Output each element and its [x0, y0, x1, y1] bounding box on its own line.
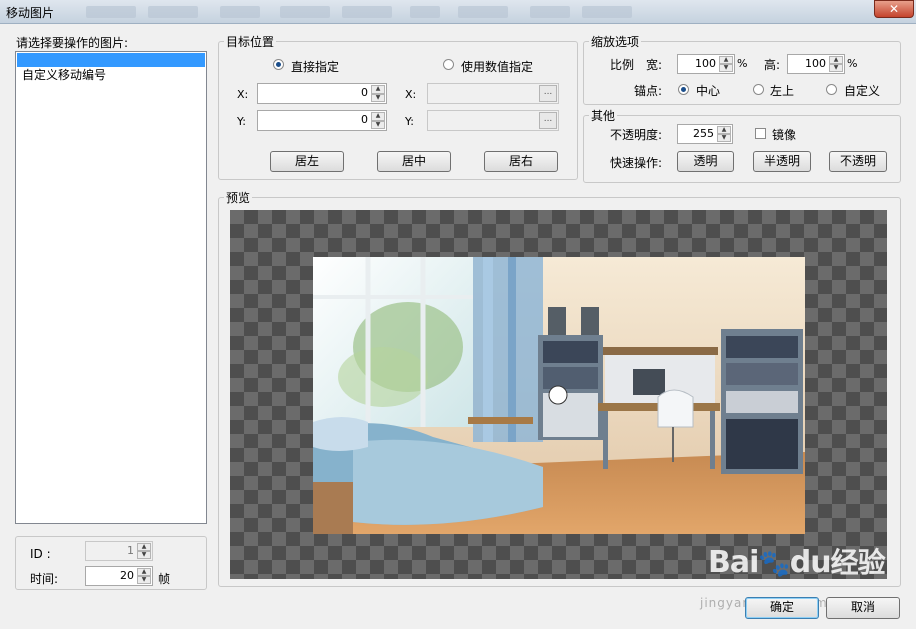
- anchor-custom-label: 自定义: [844, 84, 881, 98]
- blurred-toolbar-strip: [148, 6, 198, 18]
- target-group-label: 目标位置: [224, 33, 277, 50]
- preview-canvas[interactable]: Bai🐾du经验: [230, 210, 887, 579]
- window-title: 移动图片: [6, 6, 55, 20]
- semi-transparent-button[interactable]: 半透明: [753, 151, 811, 172]
- y-numeric-input[interactable]: ...: [427, 110, 559, 131]
- spin-down-icon[interactable]: ▼: [719, 64, 733, 72]
- y-label: Y:: [237, 115, 246, 128]
- y-input[interactable]: 0 ▲ ▼: [257, 110, 387, 131]
- spin-up-icon[interactable]: ▲: [371, 112, 385, 121]
- spin-down-icon[interactable]: ▼: [137, 576, 151, 584]
- bedroom-preview-image: [313, 257, 805, 534]
- y-numeric-label: Y:: [405, 115, 414, 128]
- height-label: 高:: [764, 58, 781, 72]
- height-spinner[interactable]: ▲ ▼: [829, 56, 843, 72]
- width-spinner[interactable]: ▲ ▼: [719, 56, 733, 72]
- scale-group-label: 缩放选项: [589, 33, 642, 50]
- height-input[interactable]: 100 ▲ ▼: [787, 54, 845, 74]
- opaque-button[interactable]: 不透明: [829, 151, 887, 172]
- id-time-group: ID : 1 ▲ ▼ 时间: 20 ▲ ▼ 帧: [15, 536, 207, 590]
- numeric-label: 使用数值指定: [461, 60, 534, 74]
- anchor-center-label: 中心: [696, 84, 721, 98]
- x-browse-button[interactable]: ...: [539, 85, 557, 102]
- list-item[interactable]: [17, 53, 205, 67]
- x-numeric-input[interactable]: ...: [427, 83, 559, 104]
- opacity-spinner[interactable]: ▲ ▼: [717, 126, 731, 142]
- ok-button[interactable]: 确定: [745, 597, 819, 619]
- width-label: 宽:: [646, 58, 663, 72]
- direct-radio[interactable]: [273, 59, 284, 70]
- x-input[interactable]: 0 ▲ ▼: [257, 83, 387, 104]
- spin-down-icon[interactable]: ▼: [371, 120, 385, 129]
- blurred-toolbar-strip: [582, 6, 632, 18]
- spin-up-icon[interactable]: ▲: [371, 85, 385, 94]
- anchor-topleft-radio[interactable]: [753, 84, 764, 95]
- mirror-label: 镜像: [772, 128, 797, 142]
- id-field[interactable]: 1 ▲ ▼: [85, 541, 153, 561]
- spin-up-icon[interactable]: ▲: [829, 56, 843, 64]
- align-center-button[interactable]: 居中: [377, 151, 451, 172]
- align-left-button[interactable]: 居左: [270, 151, 344, 172]
- opacity-label: 不透明度:: [610, 128, 663, 142]
- anchor-topleft-label: 左上: [770, 84, 795, 98]
- spin-up-icon[interactable]: ▲: [137, 568, 151, 576]
- blurred-toolbar-strip: [410, 6, 440, 18]
- anchor-custom-radio[interactable]: [826, 84, 837, 95]
- spin-down-icon[interactable]: ▼: [829, 64, 843, 72]
- title-bar: 移动图片 ✕: [0, 0, 916, 24]
- anchor-center-radio[interactable]: [678, 84, 689, 95]
- spin-up-icon[interactable]: ▲: [717, 126, 731, 134]
- height-percent: %: [847, 57, 858, 70]
- blurred-toolbar-strip: [342, 6, 392, 18]
- other-group-label: 其他: [589, 107, 618, 124]
- close-icon: ✕: [888, 2, 900, 16]
- spin-down-icon[interactable]: ▼: [371, 93, 385, 102]
- time-unit: 帧: [158, 572, 171, 586]
- blurred-toolbar-strip: [220, 6, 260, 18]
- x-label: X:: [237, 88, 249, 101]
- ratio-label: 比例: [610, 58, 635, 72]
- opacity-input[interactable]: 255 ▲ ▼: [677, 124, 733, 144]
- y-spinner[interactable]: ▲ ▼: [371, 112, 385, 129]
- spin-down-icon[interactable]: ▼: [717, 134, 731, 142]
- y-browse-button[interactable]: ...: [539, 112, 557, 129]
- baidu-watermark: Bai🐾du经验: [708, 545, 886, 580]
- picture-list-label: 请选择要操作的图片:: [16, 36, 129, 50]
- time-label: 时间:: [30, 572, 59, 586]
- paw-icon: 🐾: [758, 549, 790, 579]
- other-group: 其他 不透明度: 255 ▲ ▼ 镜像 快速操作: 透明 半透明 不透明: [583, 107, 901, 183]
- id-label: ID :: [30, 547, 51, 561]
- preview-group-label: 预览: [224, 189, 253, 206]
- blurred-toolbar-strip: [280, 6, 330, 18]
- cancel-button[interactable]: 取消: [826, 597, 900, 619]
- time-spinner[interactable]: ▲ ▼: [137, 568, 151, 584]
- numeric-radio[interactable]: [443, 59, 454, 70]
- x-numeric-label: X:: [405, 88, 417, 101]
- quick-ops-label: 快速操作:: [610, 156, 663, 170]
- time-field[interactable]: 20 ▲ ▼: [85, 566, 153, 586]
- scale-options-group: 缩放选项 比例 宽: 100 ▲ ▼ % 高: 100 ▲ ▼ % 锚点: 中心 左…: [583, 33, 901, 105]
- align-right-button[interactable]: 居右: [484, 151, 558, 172]
- anchor-label: 锚点:: [634, 84, 663, 98]
- mirror-checkbox[interactable]: [755, 128, 766, 139]
- spin-up-icon[interactable]: ▲: [719, 56, 733, 64]
- spin-down-icon[interactable]: ▼: [137, 551, 151, 559]
- blurred-toolbar-strip: [530, 6, 570, 18]
- picture-list[interactable]: 自定义移动编号: [15, 51, 207, 524]
- width-input[interactable]: 100 ▲ ▼: [677, 54, 735, 74]
- x-spinner[interactable]: ▲ ▼: [371, 85, 385, 102]
- blurred-toolbar-strip: [458, 6, 508, 18]
- blurred-toolbar-strip: [86, 6, 136, 18]
- transparent-button[interactable]: 透明: [677, 151, 734, 172]
- width-percent: %: [737, 57, 748, 70]
- list-item[interactable]: 自定义移动编号: [17, 68, 205, 82]
- id-spinner[interactable]: ▲ ▼: [137, 543, 151, 559]
- direct-label: 直接指定: [291, 60, 340, 74]
- spin-up-icon[interactable]: ▲: [137, 543, 151, 551]
- target-position-group: 目标位置 直接指定 使用数值指定 X: 0 ▲ ▼ Y: 0 ▲ ▼ X: ... …: [218, 33, 578, 180]
- close-button[interactable]: ✕: [874, 0, 914, 18]
